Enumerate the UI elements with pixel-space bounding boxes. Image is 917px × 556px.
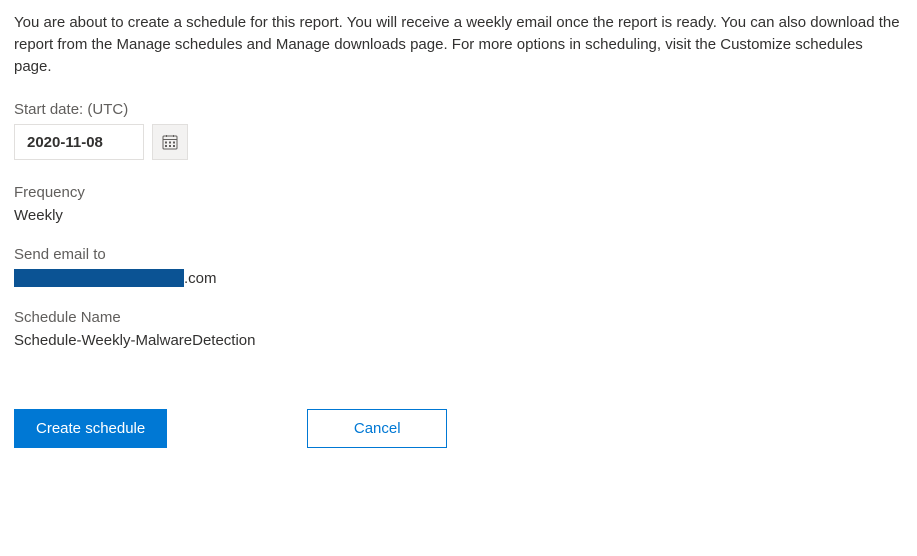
cancel-button[interactable]: Cancel [307,409,447,448]
start-date-input[interactable] [14,124,144,160]
calendar-icon [162,134,178,150]
start-date-label: Start date: (UTC) [14,101,903,118]
schedule-name-label: Schedule Name [14,309,903,326]
send-email-value: .com [14,269,903,287]
email-suffix: .com [184,270,217,287]
send-email-label: Send email to [14,246,903,263]
schedule-name-value: Schedule-Weekly-MalwareDetection [14,332,903,349]
frequency-value: Weekly [14,207,903,224]
frequency-label: Frequency [14,184,903,201]
intro-text: You are about to create a schedule for t… [14,12,903,77]
date-picker-button[interactable] [152,124,188,160]
create-schedule-button[interactable]: Create schedule [14,409,167,448]
redacted-email [14,269,184,287]
